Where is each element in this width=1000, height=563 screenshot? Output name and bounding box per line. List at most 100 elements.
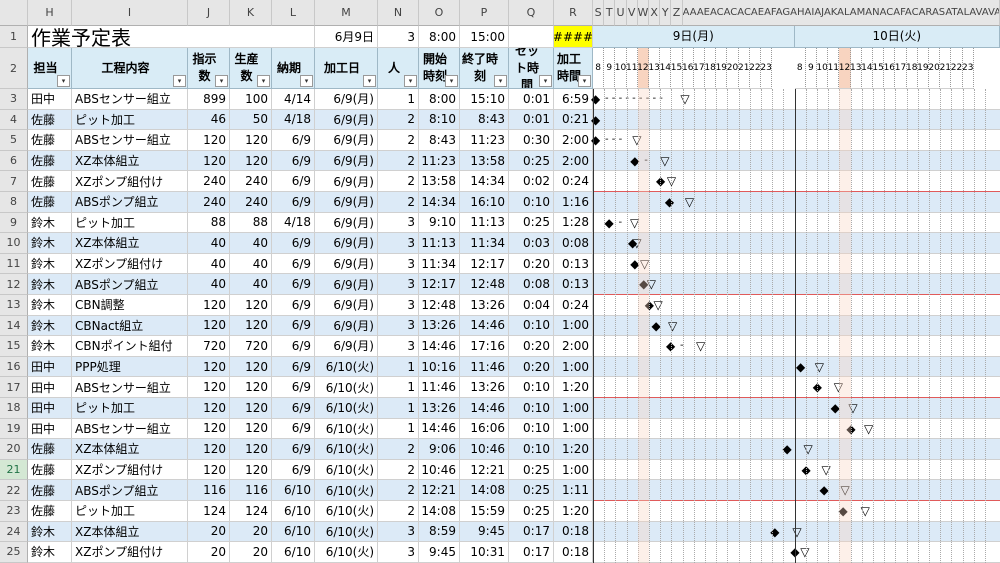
prod-qty-cell[interactable]: 50 bbox=[230, 109, 272, 131]
header-end[interactable]: 終了時刻 ▾ bbox=[460, 48, 509, 89]
work-date-cell[interactable]: 6/10(火) bbox=[315, 418, 378, 440]
prod-qty-cell[interactable]: 124 bbox=[230, 501, 272, 522]
worker-cell[interactable]: 佐藤 bbox=[28, 130, 72, 151]
proc-time-cell[interactable]: 1:20 bbox=[554, 439, 593, 460]
prod-qty-cell[interactable]: 120 bbox=[230, 418, 272, 440]
work-date-cell[interactable]: 6/9(月) bbox=[315, 171, 378, 192]
process-cell[interactable]: ABSセンサー組立 bbox=[72, 418, 188, 440]
work-date-cell[interactable]: 6/9(月) bbox=[315, 253, 378, 275]
worker-cell[interactable]: 佐藤 bbox=[28, 171, 72, 192]
order-qty-cell[interactable]: 40 bbox=[188, 274, 230, 295]
order-qty-cell[interactable]: 899 bbox=[188, 89, 230, 110]
start-time-cell[interactable]: 14:34 bbox=[419, 192, 460, 213]
process-cell[interactable]: XZポンプ組付け bbox=[72, 542, 188, 563]
column-header-V[interactable]: V bbox=[626, 0, 638, 26]
process-cell[interactable]: ABSポンプ組立 bbox=[72, 480, 188, 501]
end-time-cell[interactable]: 14:34 bbox=[460, 171, 509, 192]
work-date-cell[interactable]: 6/10(火) bbox=[315, 356, 378, 378]
row-number[interactable]: 14 bbox=[0, 315, 28, 337]
proc-time-cell[interactable]: 2:00 bbox=[554, 336, 593, 357]
header-prod-qty[interactable]: 生産数 ▾ bbox=[230, 48, 272, 89]
column-header-K[interactable]: K bbox=[230, 0, 272, 26]
setup-time-cell[interactable]: 0:25 bbox=[509, 150, 554, 172]
start-time-cell[interactable]: 13:26 bbox=[419, 315, 460, 337]
prod-qty-cell[interactable]: 88 bbox=[230, 212, 272, 234]
column-header-X[interactable]: X bbox=[649, 0, 661, 26]
header-work-date[interactable]: 加工日 ▾ bbox=[315, 48, 378, 89]
column-header-Z[interactable]: Z bbox=[671, 0, 683, 26]
column-header-W[interactable]: W bbox=[637, 0, 649, 26]
column-header-I[interactable]: I bbox=[72, 0, 188, 26]
column-header-Q[interactable]: Q bbox=[509, 0, 554, 26]
worker-cell[interactable]: 佐藤 bbox=[28, 480, 72, 501]
people-cell[interactable]: 3 bbox=[378, 295, 419, 316]
filter-dropdown-icon[interactable]: ▾ bbox=[363, 75, 376, 87]
header-setup[interactable]: セット時間 ▾ bbox=[509, 48, 554, 89]
start-time-cell[interactable]: 10:16 bbox=[419, 356, 460, 378]
people-cell[interactable]: 3 bbox=[378, 212, 419, 234]
row-number[interactable]: 12 bbox=[0, 274, 28, 295]
column-header-M[interactable]: M bbox=[315, 0, 378, 26]
worker-cell[interactable]: 佐藤 bbox=[28, 192, 72, 213]
filter-dropdown-icon[interactable]: ▾ bbox=[173, 75, 186, 87]
people-cell[interactable]: 3 bbox=[378, 253, 419, 275]
proc-time-cell[interactable]: 0:13 bbox=[554, 253, 593, 275]
start-time-cell[interactable]: 13:58 bbox=[419, 171, 460, 192]
setup-time-cell[interactable]: 0:20 bbox=[509, 336, 554, 357]
start-time-cell[interactable]: 8:43 bbox=[419, 130, 460, 151]
people-cell[interactable]: 1 bbox=[378, 418, 419, 440]
end-time-cell[interactable]: 10:46 bbox=[460, 439, 509, 460]
setup-time-cell[interactable]: 0:10 bbox=[509, 192, 554, 213]
order-qty-cell[interactable]: 120 bbox=[188, 130, 230, 151]
start-time-cell[interactable]: 13:26 bbox=[419, 398, 460, 419]
prod-qty-cell[interactable]: 720 bbox=[230, 336, 272, 357]
spreadsheet[interactable]: H I J K L M N O P Q R S T U V W X Y Z AAAEACACACAEAFAGAHAIA… bbox=[0, 0, 1000, 563]
people-cell[interactable]: 2 bbox=[378, 459, 419, 481]
worker-cell[interactable]: 鈴木 bbox=[28, 336, 72, 357]
start-time-cell[interactable]: 14:08 bbox=[419, 501, 460, 522]
proc-time-cell[interactable]: 0:21 bbox=[554, 109, 593, 131]
worker-cell[interactable]: 鈴木 bbox=[28, 542, 72, 563]
header-worker[interactable]: 担当 ▾ bbox=[28, 48, 72, 89]
end-time-cell[interactable]: 13:58 bbox=[460, 150, 509, 172]
proc-time-cell[interactable]: 6:59 bbox=[554, 89, 593, 110]
setup-time-cell[interactable]: 0:03 bbox=[509, 233, 554, 254]
order-qty-cell[interactable]: 240 bbox=[188, 171, 230, 192]
proc-time-cell[interactable]: 0:24 bbox=[554, 295, 593, 316]
due-date-cell[interactable]: 6/9 bbox=[272, 398, 315, 419]
row-number[interactable]: 11 bbox=[0, 253, 28, 275]
start-time-cell[interactable]: 11:46 bbox=[419, 377, 460, 398]
worker-cell[interactable]: 田中 bbox=[28, 356, 72, 378]
worker-cell[interactable]: 田中 bbox=[28, 89, 72, 110]
end-time-cell[interactable]: 8:43 bbox=[460, 109, 509, 131]
end-time-cell[interactable]: 14:08 bbox=[460, 480, 509, 501]
row-number[interactable]: 7 bbox=[0, 171, 28, 192]
setup-time-cell[interactable]: 0:25 bbox=[509, 212, 554, 234]
end-time-cell[interactable]: 16:06 bbox=[460, 418, 509, 440]
column-header-rest[interactable]: AAAEACACACAEAFAGAHAIAJAKALAMANACAFACARAS… bbox=[682, 0, 1000, 26]
end-time-cell[interactable]: 12:48 bbox=[460, 274, 509, 295]
order-qty-cell[interactable]: 120 bbox=[188, 459, 230, 481]
process-cell[interactable]: XZ本体組立 bbox=[72, 233, 188, 254]
start-time-cell[interactable]: 9:45 bbox=[419, 542, 460, 563]
end-time-cell[interactable]: 15:00 bbox=[460, 26, 509, 48]
prod-qty-cell[interactable]: 120 bbox=[230, 130, 272, 151]
setup-time-cell[interactable]: 0:04 bbox=[509, 295, 554, 316]
setup-time-cell[interactable]: 0:08 bbox=[509, 274, 554, 295]
end-time-cell[interactable]: 14:46 bbox=[460, 398, 509, 419]
due-date-cell[interactable]: 6/9 bbox=[272, 356, 315, 378]
setup-time-cell[interactable]: 0:30 bbox=[509, 130, 554, 151]
prod-qty-cell[interactable]: 240 bbox=[230, 171, 272, 192]
process-cell[interactable]: PPP処理 bbox=[72, 356, 188, 378]
people-cell[interactable]: 2 bbox=[378, 480, 419, 501]
due-date-cell[interactable]: 6/9 bbox=[272, 171, 315, 192]
people-cell[interactable]: 3 bbox=[378, 233, 419, 254]
row-number[interactable]: 25 bbox=[0, 542, 28, 563]
work-date-cell[interactable]: 6/9(月) bbox=[315, 89, 378, 110]
due-date-cell[interactable]: 6/9 bbox=[272, 439, 315, 460]
worker-cell[interactable]: 田中 bbox=[28, 418, 72, 440]
filter-dropdown-icon[interactable]: ▾ bbox=[257, 75, 270, 87]
start-time-cell[interactable]: 14:46 bbox=[419, 336, 460, 357]
row-number[interactable]: 23 bbox=[0, 501, 28, 522]
process-cell[interactable]: XZ本体組立 bbox=[72, 439, 188, 460]
